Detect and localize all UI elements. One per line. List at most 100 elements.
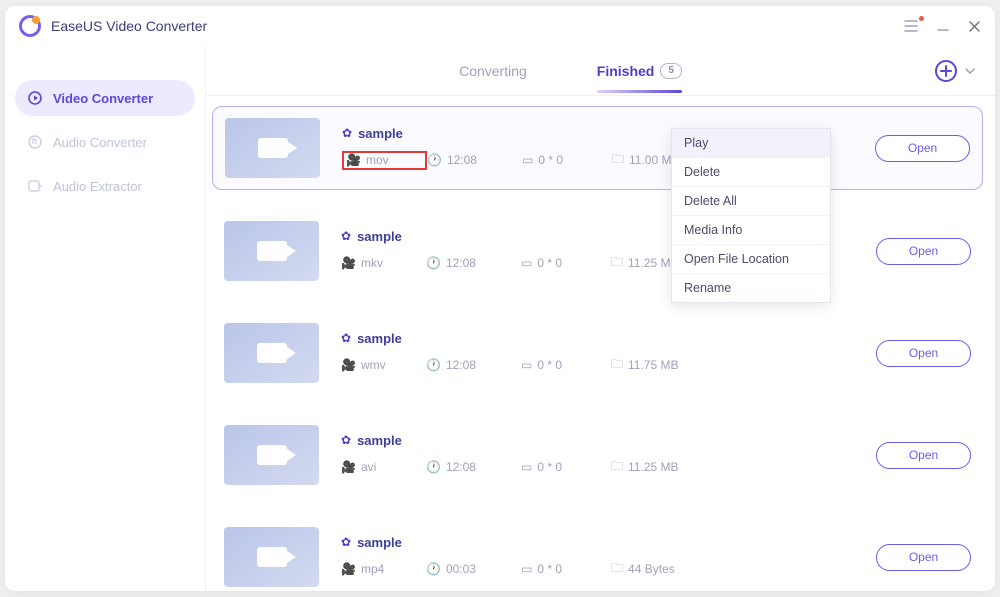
context-menu-play[interactable]: Play [672, 129, 830, 158]
minimize-button[interactable] [936, 19, 950, 33]
context-menu: Play Delete Delete All Media Info Open F… [671, 128, 831, 303]
main-panel: Converting Finished 5 [205, 46, 995, 591]
context-menu-media-info[interactable]: Media Info [672, 216, 830, 245]
context-menu-open-file-location[interactable]: Open File Location [672, 245, 830, 274]
sidebar-item-audio-converter[interactable]: Audio Converter [15, 124, 195, 160]
window-controls [904, 19, 981, 33]
open-button[interactable]: Open [876, 340, 971, 367]
camera-icon: 🎥 [341, 562, 356, 576]
finished-count-badge: 5 [660, 63, 682, 79]
camera-icon: 🎥 [341, 460, 356, 474]
camera-icon: 🎥 [346, 153, 361, 167]
file-row[interactable]: ✿ sample 🎥avi 🕐12:08 ▭0 * 0 🗀11.25 MB Op… [212, 414, 983, 496]
video-icon [257, 547, 287, 567]
resolution-icon: ▭ [521, 460, 532, 474]
file-row[interactable]: ✿ sample 🎥mkv 🕐12:08 ▭0 * 0 🗀11.25 MB Op… [212, 210, 983, 292]
sidebar-item-label: Audio Extractor [53, 179, 142, 194]
file-meta: ✿ sample 🎥mp4 🕐00:03 ▭0 * 0 🗀44 Bytes [341, 535, 876, 580]
sidebar-item-video-converter[interactable]: Video Converter [15, 80, 195, 116]
file-format: 🎥mkv [341, 256, 426, 270]
clock-icon: 🕐 [427, 153, 442, 167]
open-button[interactable]: Open [876, 544, 971, 571]
camera-icon: 🎥 [341, 256, 356, 270]
file-duration: 🕐12:08 [426, 460, 521, 474]
file-row[interactable]: ✿ sample 🎥mov 🕐12:08 ▭0 * 0 🗀11.00 MB Op… [212, 106, 983, 190]
file-resolution: ▭0 * 0 [521, 358, 611, 372]
resolution-icon: ▭ [521, 256, 532, 270]
file-resolution: ▭0 * 0 [522, 153, 612, 167]
settings-icon[interactable]: ✿ [341, 229, 351, 243]
file-format: 🎥mp4 [341, 562, 426, 576]
file-duration: 🕐12:08 [426, 256, 521, 270]
file-meta: ✿ sample 🎥avi 🕐12:08 ▭0 * 0 🗀11.25 MB [341, 433, 876, 478]
app-title: EaseUS Video Converter [51, 18, 207, 34]
app-body: Video Converter Audio Converter Audio Ex… [5, 46, 995, 591]
thumbnail [224, 425, 319, 485]
settings-icon[interactable]: ✿ [341, 535, 351, 549]
resolution-icon: ▭ [521, 358, 532, 372]
thumbnail [224, 221, 319, 281]
sidebar-item-audio-extractor[interactable]: Audio Extractor [15, 168, 195, 204]
clock-icon: 🕐 [426, 562, 441, 576]
video-icon [257, 343, 287, 363]
file-duration: 🕐00:03 [426, 562, 521, 576]
file-size: 🗀11.75 MB [611, 355, 691, 376]
file-name: sample [357, 229, 402, 244]
add-dropdown-icon[interactable] [965, 68, 975, 74]
context-menu-rename[interactable]: Rename [672, 274, 830, 302]
resolution-icon: ▭ [521, 562, 532, 576]
camera-icon: 🎥 [341, 358, 356, 372]
context-menu-delete-all[interactable]: Delete All [672, 187, 830, 216]
settings-icon[interactable]: ✿ [341, 433, 351, 447]
close-button[interactable] [968, 20, 981, 33]
file-name: sample [357, 535, 402, 550]
video-icon [258, 138, 288, 158]
sidebar-item-label: Audio Converter [53, 135, 147, 150]
video-icon [257, 445, 287, 465]
thumbnail [224, 323, 319, 383]
tab-converting[interactable]: Converting [459, 49, 527, 93]
file-name: sample [357, 433, 402, 448]
open-button[interactable]: Open [876, 442, 971, 469]
file-format: 🎥wmv [341, 358, 426, 372]
menu-icon[interactable] [904, 20, 918, 32]
settings-icon[interactable]: ✿ [342, 126, 352, 140]
tab-label: Finished [597, 63, 655, 79]
file-format: 🎥avi [341, 460, 426, 474]
thumbnail [224, 527, 319, 587]
context-menu-delete[interactable]: Delete [672, 158, 830, 187]
folder-icon: 🗀 [612, 150, 624, 171]
clock-icon: 🕐 [426, 256, 441, 270]
file-name: sample [357, 331, 402, 346]
app-window: EaseUS Video Converter Video Converter [5, 6, 995, 591]
file-row[interactable]: ✿ sample 🎥mp4 🕐00:03 ▭0 * 0 🗀44 Bytes Op… [212, 516, 983, 591]
file-size: 🗀11.25 MB [611, 457, 691, 478]
resolution-icon: ▭ [522, 153, 533, 167]
folder-icon: 🗀 [611, 457, 623, 478]
open-button[interactable]: Open [875, 135, 970, 162]
tab-label: Converting [459, 63, 527, 79]
app-logo-icon [19, 15, 41, 37]
sidebar-item-label: Video Converter [53, 91, 153, 106]
open-button[interactable]: Open [876, 238, 971, 265]
file-resolution: ▭0 * 0 [521, 460, 611, 474]
file-resolution: ▭0 * 0 [521, 562, 611, 576]
file-resolution: ▭0 * 0 [521, 256, 611, 270]
file-duration: 🕐12:08 [427, 153, 522, 167]
settings-icon[interactable]: ✿ [341, 331, 351, 345]
audio-converter-icon [27, 134, 43, 150]
thumbnail [225, 118, 320, 178]
folder-icon: 🗀 [611, 355, 623, 376]
file-name: sample [358, 126, 403, 141]
file-row[interactable]: ✿ sample 🎥wmv 🕐12:08 ▭0 * 0 🗀11.75 MB Op… [212, 312, 983, 394]
add-button[interactable] [935, 60, 957, 82]
file-meta: ✿ sample 🎥wmv 🕐12:08 ▭0 * 0 🗀11.75 MB [341, 331, 876, 376]
title-bar: EaseUS Video Converter [5, 6, 995, 46]
tab-finished[interactable]: Finished 5 [597, 49, 682, 93]
sidebar: Video Converter Audio Converter Audio Ex… [5, 46, 205, 591]
file-format: 🎥mov [342, 151, 427, 170]
video-icon [257, 241, 287, 261]
audio-extractor-icon [27, 178, 43, 194]
file-list: ✿ sample 🎥mov 🕐12:08 ▭0 * 0 🗀11.00 MB Op… [206, 96, 995, 591]
folder-icon: 🗀 [611, 253, 623, 274]
